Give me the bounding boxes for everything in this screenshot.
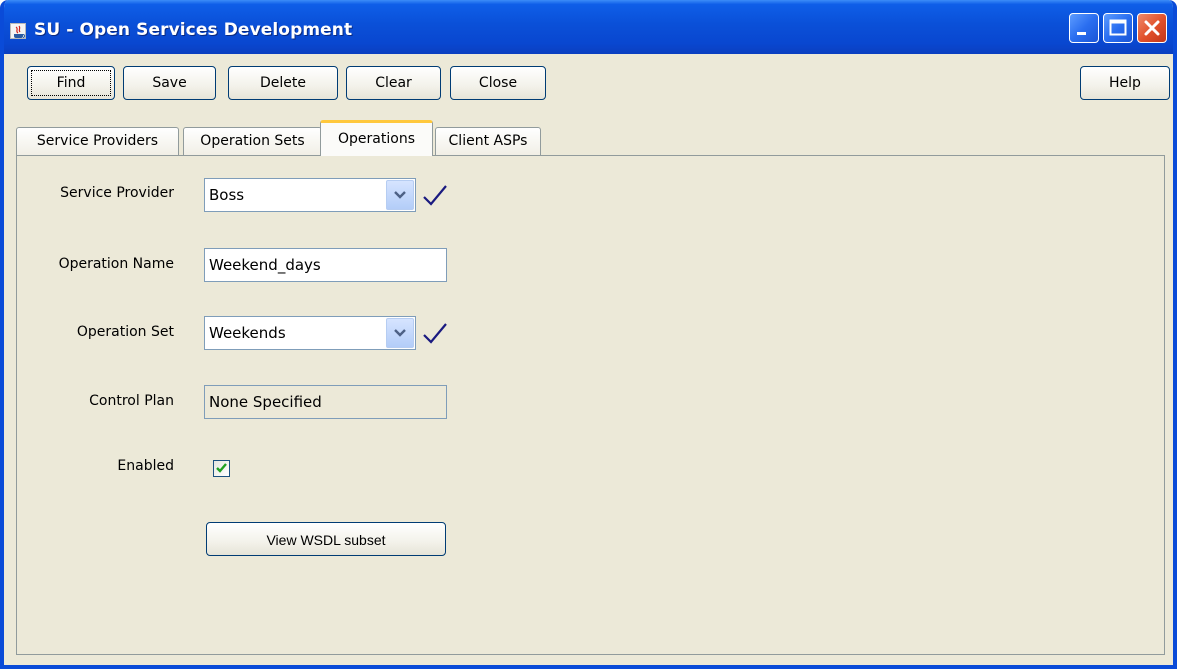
operations-panel <box>16 155 1165 655</box>
window-title: SU - Open Services Development <box>34 20 353 40</box>
find-button[interactable]: Find <box>27 66 115 100</box>
control-plan-field: None Specified <box>204 385 447 419</box>
java-app-icon <box>10 23 26 39</box>
help-button[interactable]: Help <box>1080 66 1170 100</box>
chevron-down-icon <box>394 191 406 199</box>
operation-name-input[interactable]: Weekend_days <box>204 248 447 282</box>
tab-service-providers[interactable]: Service Providers <box>16 127 179 155</box>
service-provider-label: Service Provider <box>60 185 174 201</box>
maximize-icon <box>1109 19 1127 36</box>
tab-operations[interactable]: Operations <box>320 120 433 156</box>
minimize-icon <box>1077 32 1086 35</box>
close-window-button[interactable] <box>1137 13 1167 43</box>
operation-set-select[interactable]: Weekends <box>204 316 416 350</box>
enabled-checkbox[interactable] <box>213 460 230 477</box>
minimize-button[interactable] <box>1069 13 1099 43</box>
control-plan-label: Control Plan <box>89 393 174 409</box>
checkmark-icon <box>216 463 227 473</box>
application-window: SU - Open Services Development Find Save… <box>0 0 1177 669</box>
operation-name-label: Operation Name <box>58 256 174 272</box>
service-provider-value: Boss <box>209 186 245 204</box>
enabled-label: Enabled <box>117 458 174 474</box>
operation-set-dropdown-button[interactable] <box>386 318 414 348</box>
delete-button[interactable]: Delete <box>228 66 338 100</box>
valid-check-icon <box>423 185 447 206</box>
tab-operation-sets[interactable]: Operation Sets <box>183 127 322 155</box>
service-provider-dropdown-button[interactable] <box>386 180 414 210</box>
clear-button[interactable]: Clear <box>346 66 441 100</box>
tab-client-asps[interactable]: Client ASPs <box>435 127 541 155</box>
close-icon <box>1144 20 1160 36</box>
valid-check-icon <box>423 323 447 344</box>
save-button[interactable]: Save <box>123 66 216 100</box>
service-provider-select[interactable]: Boss <box>204 178 416 212</box>
view-wsdl-subset-button[interactable]: View WSDL subset <box>206 522 446 556</box>
operation-set-value: Weekends <box>209 324 286 342</box>
maximize-button[interactable] <box>1103 13 1133 43</box>
close-button[interactable]: Close <box>450 66 546 100</box>
title-bar[interactable]: SU - Open Services Development <box>4 0 1173 54</box>
chevron-down-icon <box>394 329 406 337</box>
operation-set-label: Operation Set <box>76 324 174 340</box>
